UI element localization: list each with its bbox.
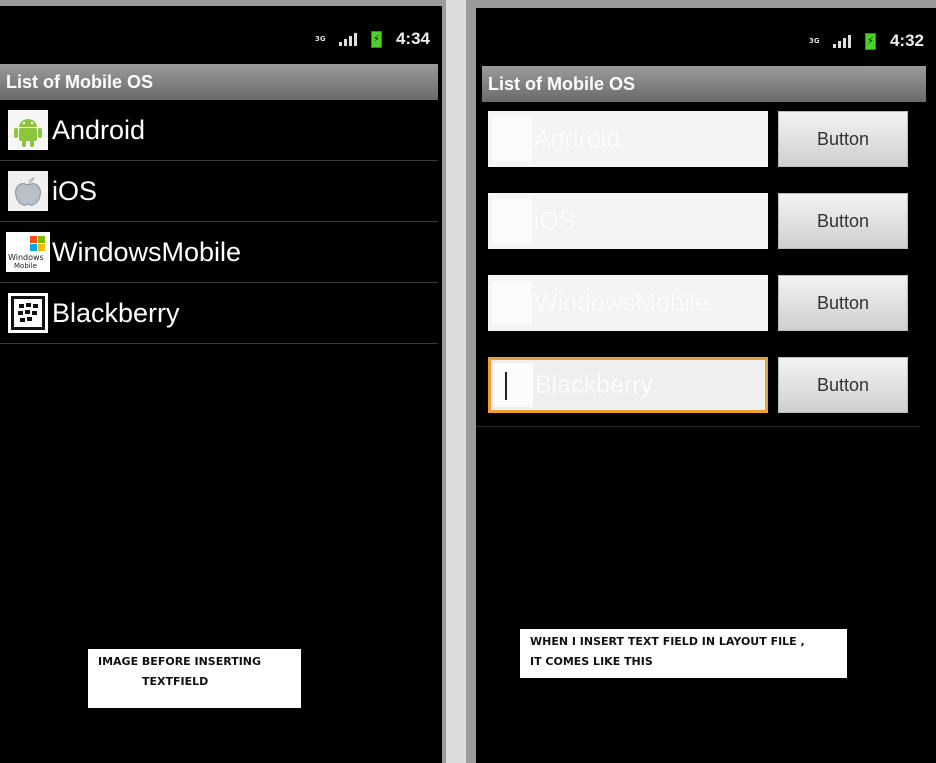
svg-text:Mobile: Mobile: [14, 262, 37, 270]
text-field-value: WindowsMobile: [534, 288, 710, 317]
network-3g-icon: 3G: [314, 34, 326, 43]
text-cursor: [505, 372, 507, 400]
signal-icon: [338, 32, 357, 46]
network-3g-icon: 3G: [808, 36, 820, 45]
caption-line: IT COMES LIKE THIS: [530, 655, 653, 668]
list-item-label: iOS: [52, 175, 98, 206]
list-item-windowsmobile: WindowsMobile Button: [482, 266, 926, 348]
svg-text:Windows: Windows: [8, 253, 44, 262]
text-field-value: Android: [534, 124, 621, 153]
status-bar: 3G 4:32: [476, 8, 936, 60]
clock: 4:32: [889, 31, 924, 50]
row-button[interactable]: Button: [778, 275, 908, 331]
list-item-label: Android: [52, 114, 146, 145]
caption-line: IMAGE BEFORE INSERTING: [98, 655, 262, 668]
caption-line: WHEN I INSERT TEXT FIELD IN LAYOUT FILE …: [530, 635, 805, 648]
text-field-blackberry[interactable]: Blackberry: [488, 357, 768, 413]
apple-icon: [492, 199, 532, 243]
text-field-ios[interactable]: iOS: [488, 193, 768, 249]
app-title-bar: List of Mobile OS: [482, 66, 926, 102]
status-bar: 3G 4:34: [0, 6, 442, 58]
blackberry-icon: [493, 363, 533, 407]
row-button[interactable]: Button: [778, 111, 908, 167]
blackberry-icon: [6, 291, 50, 335]
windows-mobile-icon: Windows Mobile: [6, 230, 50, 274]
list-item-ios: iOS Button: [482, 184, 926, 266]
list-item-label: Blackberry: [52, 297, 180, 328]
text-field-android[interactable]: Android: [488, 111, 768, 167]
windows-mobile-icon: [492, 281, 532, 325]
list-item-blackberry[interactable]: Blackberry: [0, 283, 438, 344]
android-icon: [492, 117, 532, 161]
text-field-windowsmobile[interactable]: WindowsMobile: [488, 275, 768, 331]
caption-line: TEXTFIELD: [142, 675, 209, 688]
row-button[interactable]: Button: [778, 357, 908, 413]
app-title-bar: List of Mobile OS: [0, 64, 438, 100]
list-item-ios[interactable]: iOS: [0, 161, 438, 222]
list-item-windowsmobile[interactable]: Windows Mobile WindowsMobile: [0, 222, 438, 283]
list-item-blackberry: Blackberry Button: [482, 348, 926, 430]
os-list: Android iOS Windows Mobile WindowsMobile …: [0, 100, 438, 344]
list-item-android: Android Button: [482, 102, 926, 184]
signal-icon: [832, 34, 851, 48]
row-button[interactable]: Button: [778, 193, 908, 249]
text-field-value: iOS: [534, 206, 576, 235]
android-icon: [6, 108, 50, 152]
list-item-label: WindowsMobile: [52, 236, 242, 267]
battery-icon: [864, 32, 876, 50]
clock: 4:34: [395, 29, 430, 48]
apple-icon: [6, 169, 50, 213]
text-field-value: Blackberry: [535, 370, 654, 399]
list-divider: [476, 426, 920, 427]
battery-icon: [370, 30, 382, 48]
caption-before: IMAGE BEFORE INSERTING TEXTFIELD: [88, 649, 301, 708]
list-item-android[interactable]: Android: [0, 100, 438, 161]
os-edit-list: Android Button iOS Button WindowsMobile …: [482, 102, 926, 430]
caption-after: WHEN I INSERT TEXT FIELD IN LAYOUT FILE …: [520, 629, 847, 678]
